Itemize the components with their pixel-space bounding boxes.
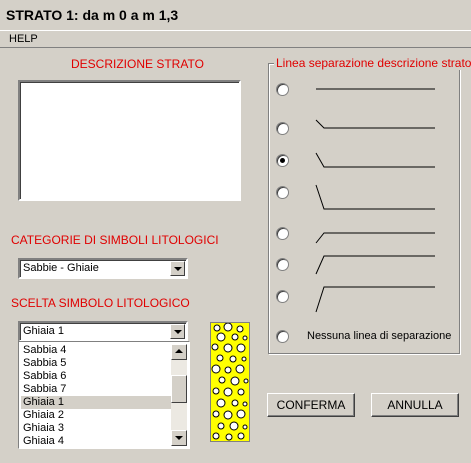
window-title: STRATO 1: da m 0 a m 1,3: [6, 7, 179, 23]
list-item[interactable]: Sabbia 6: [21, 370, 171, 383]
separation-line-small-step-down: [315, 119, 435, 129]
categories-selected: Sabbie - Ghiaie: [23, 262, 99, 274]
scroll-thumb[interactable]: [171, 375, 187, 403]
separation-none-label: Nessuna linea di separazione: [307, 330, 452, 342]
description-textarea[interactable]: [18, 80, 241, 201]
separation-line-large-step-up: [315, 286, 435, 313]
radio-selected-dot: [280, 158, 285, 163]
separation-radio-2[interactable]: [276, 122, 289, 135]
symbol-dropdown-button[interactable]: [170, 324, 185, 339]
chevron-down-icon: [175, 436, 183, 440]
separation-radio-6[interactable]: [276, 258, 289, 271]
separation-line-small-step-up: [315, 232, 435, 244]
scroll-up-button[interactable]: [171, 344, 187, 360]
chevron-up-icon: [175, 349, 183, 353]
separation-radio-4[interactable]: [276, 186, 289, 199]
categories-label: CATEGORIE DI SIMBOLI LITOLOGICI: [11, 233, 219, 247]
chevron-down-icon: [174, 267, 182, 271]
list-scrollbar[interactable]: [171, 344, 187, 446]
categories-dropdown[interactable]: Sabbie - Ghiaie: [18, 258, 188, 279]
separation-radio-7[interactable]: [276, 290, 289, 303]
separation-radio-5[interactable]: [276, 227, 289, 240]
list-item[interactable]: Ghiaia 4: [21, 435, 171, 448]
symbol-listbox[interactable]: Sabbia 4 Sabbia 5 Sabbia 6 Sabbia 7 Ghia…: [18, 341, 190, 449]
list-item[interactable]: Ghiaia 2: [21, 409, 171, 422]
symbol-dropdown[interactable]: Ghiaia 1: [18, 321, 188, 342]
menu-bar: HELP: [0, 31, 471, 48]
list-item[interactable]: Ghiaia 3: [21, 422, 171, 435]
list-item[interactable]: Sabbia 5: [21, 357, 171, 370]
separation-radio-3[interactable]: [276, 154, 289, 167]
list-item[interactable]: Sabbia 4: [21, 344, 171, 357]
separation-line-step-up: [315, 255, 435, 275]
gravel-pattern-icon: [211, 323, 249, 441]
menu-help[interactable]: HELP: [9, 33, 38, 45]
list-item[interactable]: Sabbia 7: [21, 383, 171, 396]
scroll-down-button[interactable]: [171, 430, 187, 446]
description-label: DESCRIZIONE STRATO: [71, 57, 204, 71]
separation-radio-1[interactable]: [276, 83, 289, 96]
separation-line-samples: [315, 88, 435, 313]
categories-dropdown-button[interactable]: [170, 261, 185, 276]
chevron-down-icon: [174, 330, 182, 334]
symbol-preview: [210, 322, 250, 442]
symbol-selected: Ghiaia 1: [23, 325, 64, 337]
confirm-button[interactable]: CONFERMA: [267, 393, 355, 417]
separation-line-large-step-down: [315, 184, 435, 210]
separation-line-step-down: [315, 152, 435, 168]
cancel-button[interactable]: ANNULLA: [371, 393, 459, 417]
title-bar: STRATO 1: da m 0 a m 1,3: [0, 0, 471, 31]
separation-radio-none[interactable]: [276, 330, 289, 343]
separation-label: Linea separazione descrizione strato: [274, 56, 471, 70]
list-item-selected[interactable]: Ghiaia 1: [21, 396, 171, 409]
symbol-label: SCELTA SIMBOLO LITOLOGICO: [11, 296, 190, 310]
